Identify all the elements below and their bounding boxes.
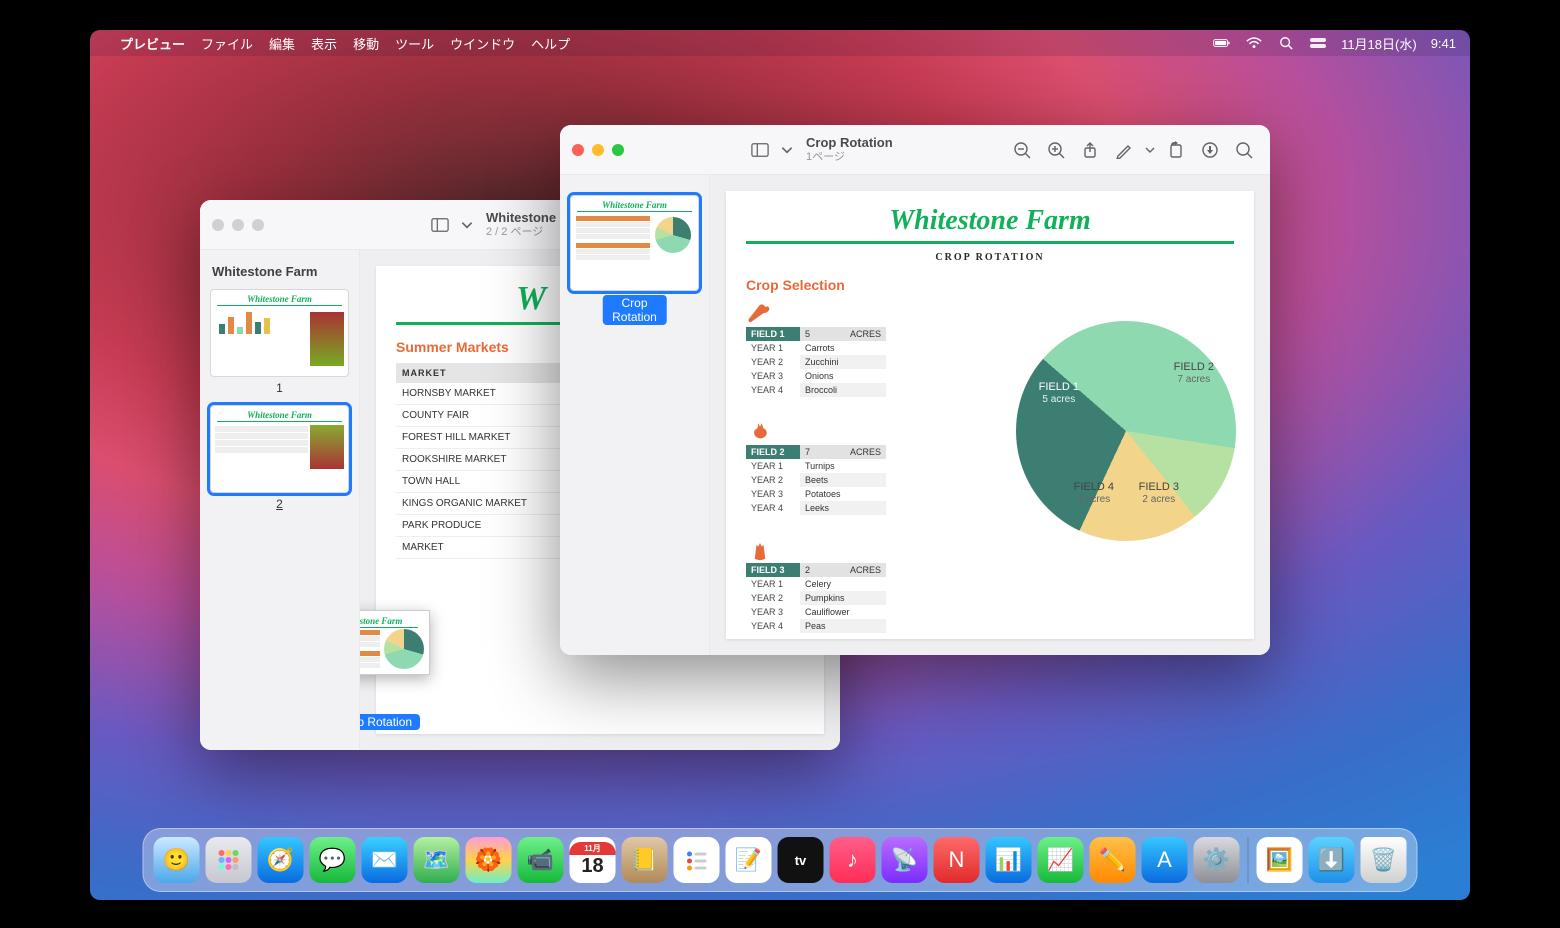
menu-view[interactable]: 表示 [311, 34, 337, 53]
dock-app-finder[interactable]: 🙂 [154, 837, 200, 883]
markup-icon[interactable] [1110, 137, 1138, 163]
dock-app-notes[interactable]: 📝 [726, 837, 772, 883]
dock-app-maps[interactable]: 🗺️ [414, 837, 460, 883]
acreage-pie-chart [1016, 321, 1236, 541]
dock-app-podcasts[interactable]: 📡 [882, 837, 928, 883]
document-page: Whitestone Farm CROP ROTATION Crop Selec… [726, 191, 1254, 639]
toolbar: Crop Rotation 1ページ [560, 125, 1270, 175]
dock-app-reminders[interactable] [674, 837, 720, 883]
celery-icon [746, 537, 886, 563]
zoom-button[interactable] [612, 144, 624, 156]
field-block-1: FIELD 15ACRES YEAR 1Carrots YEAR 2Zucchi… [746, 301, 886, 397]
search-icon[interactable] [1230, 137, 1258, 163]
pie-label-field1: FIELD 15 acres [1039, 381, 1079, 406]
menubar-time[interactable]: 9:41 [1431, 36, 1456, 51]
document-viewport[interactable]: Whitestone Farm CROP ROTATION Crop Selec… [710, 175, 1270, 655]
field-block-2: FIELD 27ACRES YEAR 1Turnips YEAR 2Beets … [746, 419, 886, 515]
rotate-icon[interactable] [1162, 137, 1190, 163]
dock-app-numbers[interactable]: 📈 [1038, 837, 1084, 883]
desktop: プレビュー ファイル 編集 表示 移動 ツール ウインドウ ヘルプ 11月18日… [90, 30, 1470, 900]
dock-app-music[interactable]: ♪ [830, 837, 876, 883]
dock-app-news[interactable]: N [934, 837, 980, 883]
title-text: Crop Rotation [806, 136, 893, 151]
pie-label-field3: FIELD 32 acres [1139, 481, 1179, 506]
menu-help[interactable]: ヘルプ [531, 34, 570, 53]
menu-go[interactable]: 移動 [353, 34, 379, 53]
dock: 🙂 🧭 💬 ✉️ 🗺️ 🏵️ 📹 11月18 📒 📝 tv ♪ 📡 N 📊 📈 … [143, 828, 1418, 892]
zoom-button[interactable] [252, 219, 264, 231]
dock-app-preview[interactable]: 🖼️ [1257, 837, 1303, 883]
dock-app-launchpad[interactable] [206, 837, 252, 883]
thumb-caption-1: 1 [210, 381, 349, 395]
brand-title: Whitestone Farm [746, 205, 1234, 237]
pie-label-field4: FIELD 43 acres [1074, 481, 1114, 506]
doc-subhead: CROP ROTATION [746, 252, 1234, 263]
chevron-down-icon[interactable] [780, 137, 794, 163]
chevron-down-icon[interactable] [460, 212, 474, 238]
field-block-3: FIELD 32ACRES YEAR 1Celery YEAR 2Pumpkin… [746, 537, 886, 633]
subtitle-text: 1ページ [806, 151, 893, 164]
dock-app-pages[interactable]: ✏️ [1090, 837, 1136, 883]
dock-app-keynote[interactable]: 📊 [986, 837, 1032, 883]
share-icon[interactable] [1076, 137, 1104, 163]
wifi-icon[interactable] [1245, 36, 1263, 50]
dock-app-system-preferences[interactable]: ⚙️ [1194, 837, 1240, 883]
dock-app-tv[interactable]: tv [778, 837, 824, 883]
dock-separator [1248, 837, 1249, 883]
radish-icon [746, 419, 886, 445]
zoom-in-icon[interactable] [1042, 137, 1070, 163]
window-crop-rotation[interactable]: Crop Rotation 1ページ Whitestone Farm [560, 125, 1270, 655]
minimize-button[interactable] [592, 144, 604, 156]
menu-window[interactable]: ウインドウ [450, 34, 515, 53]
sidebar-doc-title: Whitestone Farm [212, 264, 347, 279]
section-heading: Crop Selection [746, 277, 1234, 293]
close-button[interactable] [212, 219, 224, 231]
page-thumbnail-1[interactable]: Whitestone Farm [210, 289, 349, 377]
menu-file[interactable]: ファイル [201, 34, 253, 53]
close-button[interactable] [572, 144, 584, 156]
drag-ghost-thumbnail: + Whitestone Farm [360, 610, 430, 675]
highlight-icon[interactable] [1196, 137, 1224, 163]
minimize-button[interactable] [232, 219, 244, 231]
chevron-down-icon[interactable] [1144, 137, 1156, 163]
dock-app-appstore[interactable]: A [1142, 837, 1188, 883]
page-thumbnail-2[interactable]: Whitestone Farm [210, 405, 349, 493]
traffic-lights[interactable] [572, 144, 624, 156]
dock-trash[interactable]: 🗑️ [1361, 837, 1407, 883]
app-menu[interactable]: プレビュー [120, 34, 185, 53]
laptop-frame: プレビュー ファイル 編集 表示 移動 ツール ウインドウ ヘルプ 11月18日… [50, 10, 1510, 918]
menu-edit[interactable]: 編集 [269, 34, 295, 53]
thumbnails-sidebar[interactable]: Whitestone Farm Crop Rotation [560, 175, 710, 655]
window-title: Crop Rotation 1ページ [806, 136, 893, 164]
menubar-date[interactable]: 11月18日(水) [1341, 34, 1417, 53]
traffic-lights[interactable] [212, 219, 264, 231]
thumb-caption: Crop Rotation [602, 295, 667, 325]
battery-icon[interactable] [1213, 36, 1231, 50]
dock-app-messages[interactable]: 💬 [310, 837, 356, 883]
menu-tools[interactable]: ツール [395, 34, 434, 53]
drag-ghost-caption: Crop Rotation [360, 710, 420, 731]
dock-downloads[interactable]: ⬇️ [1309, 837, 1355, 883]
page-thumbnail-1[interactable]: Whitestone Farm [570, 195, 699, 291]
dock-app-photos[interactable]: 🏵️ [466, 837, 512, 883]
control-center-icon[interactable] [1309, 36, 1327, 50]
zoom-out-icon[interactable] [1008, 137, 1036, 163]
menubar: プレビュー ファイル 編集 表示 移動 ツール ウインドウ ヘルプ 11月18日… [90, 30, 1470, 56]
dock-app-safari[interactable]: 🧭 [258, 837, 304, 883]
dock-app-facetime[interactable]: 📹 [518, 837, 564, 883]
carrot-icon [746, 301, 886, 327]
crop-grid: FIELD 15ACRES YEAR 1Carrots YEAR 2Zucchi… [746, 301, 1046, 639]
dock-app-mail[interactable]: ✉️ [362, 837, 408, 883]
spotlight-icon[interactable] [1277, 36, 1295, 50]
sidebar-toggle-icon[interactable] [746, 137, 774, 163]
thumb-caption-2: 2 [210, 497, 349, 511]
th-market: MARKET [396, 363, 587, 383]
sidebar-toggle-icon[interactable] [426, 212, 454, 238]
dock-app-calendar[interactable]: 11月18 [570, 837, 616, 883]
pie-label-field2: FIELD 27 acres [1174, 361, 1214, 386]
thumbnails-sidebar[interactable]: Whitestone Farm Whitestone Farm 1 Whites… [200, 250, 360, 750]
dock-app-contacts[interactable]: 📒 [622, 837, 668, 883]
